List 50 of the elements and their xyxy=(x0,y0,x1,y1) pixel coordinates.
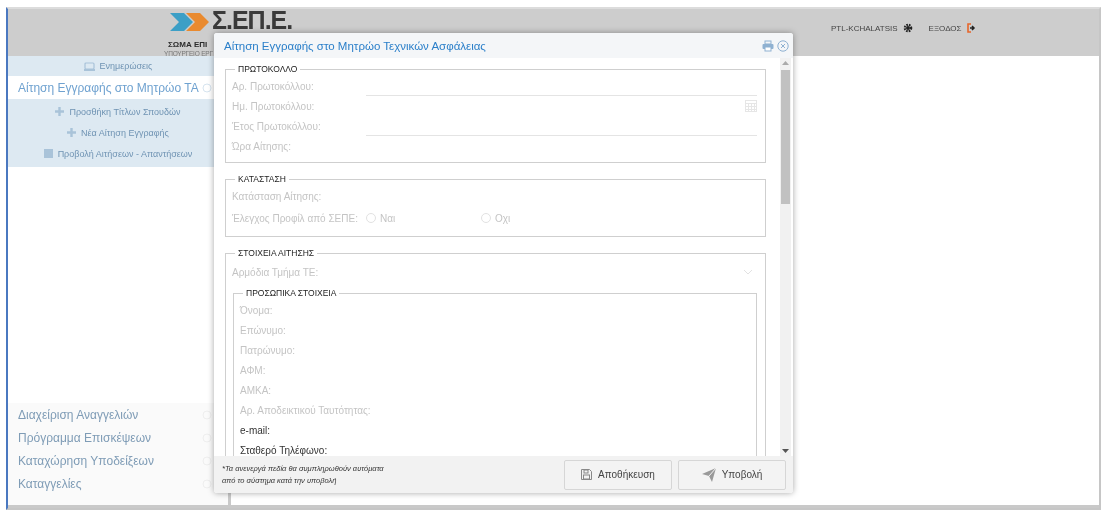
dialog-title: Αίτηση Εγγραφής στο Μητρώο Τεχνικών Ασφάλειας xyxy=(224,39,487,52)
close-icon[interactable] xyxy=(777,39,789,52)
scroll-up-icon[interactable] xyxy=(782,61,789,65)
scroll-down-icon[interactable] xyxy=(782,449,789,453)
plus-icon xyxy=(67,128,77,137)
field-label: ΑΜΚΑ: xyxy=(240,384,273,396)
scrollbar[interactable] xyxy=(780,58,791,456)
logout-link[interactable]: ΕΞΟΔΟΣ xyxy=(928,23,962,33)
field-label: Ημ. Πρωτοκόλλου: xyxy=(232,100,316,112)
field-label: Έτος Πρωτοκόλλου: xyxy=(232,120,322,132)
circle-icon xyxy=(202,478,212,489)
field-label: Αρμόδια Τμήμα ΤΕ: xyxy=(232,266,320,278)
field-label: Κατάσταση Αίτησης: xyxy=(232,190,323,202)
field-label: Όνομα: xyxy=(240,304,274,316)
field-label: Σταθερό Τηλέφωνο: xyxy=(240,444,329,456)
submenu-item[interactable]: Προσθήκη Τίτλων Σπουδών xyxy=(69,106,181,117)
list-icon xyxy=(43,149,53,158)
field-label: Πατρώνυμο: xyxy=(240,344,297,356)
logout-icon[interactable] xyxy=(966,23,977,33)
circle-icon xyxy=(202,409,212,420)
paper-plane-icon xyxy=(701,467,716,482)
section-legend: ΣΤΟΙΧΕΙΑ ΑΙΤΗΣΗΣ xyxy=(235,248,318,258)
submenu-item[interactable]: Προβολή Αιτήσεων - Απαντήσεων xyxy=(57,148,193,159)
field-label: ΑΦΜ: xyxy=(240,364,267,376)
field-label: Έλεγχος Προφίλ από ΣΕΠΕ: xyxy=(232,212,359,224)
print-icon[interactable] xyxy=(762,39,774,52)
chevron-down-icon[interactable] xyxy=(743,268,753,275)
circle-icon xyxy=(202,82,212,93)
field-label: e-mail: xyxy=(240,424,271,436)
section-legend: ΠΡΟΣΩΠΙΚΑ ΣΤΟΙΧΕΙΑ xyxy=(243,288,340,298)
field-label: Επώνυμο: xyxy=(240,324,287,336)
submenu-item[interactable]: Νέα Αίτηση Εγγραφής xyxy=(81,127,169,138)
section-legend: ΠΡΩΤΟΚΟΛΛΟ xyxy=(235,64,301,74)
circle-icon xyxy=(202,455,212,466)
laptop-icon xyxy=(83,61,95,71)
logo-title: Σ.ΕΠ.Ε. xyxy=(212,9,293,32)
radio-label: Ναι xyxy=(380,212,396,224)
field-label: Ώρα Αίτησης: xyxy=(232,140,292,152)
section-legend: ΚΑΤΑΣΤΑΣΗ xyxy=(235,174,289,184)
field-label: Αρ. Αποδεικτικού Ταυτότητας: xyxy=(240,404,372,416)
save-button[interactable]: Αποθήκευση xyxy=(564,459,672,490)
radio-label: Οχι xyxy=(495,212,511,224)
plus-icon xyxy=(55,107,65,116)
submit-button[interactable]: Υποβολή xyxy=(678,459,786,490)
user-link[interactable]: PTL-KCHALATSIS xyxy=(831,23,898,33)
logo-subtitle: ΣΩΜΑ ΕΠΙ xyxy=(168,40,208,50)
menu-header[interactable]: Ενημερώσεις xyxy=(99,61,153,71)
circle-icon xyxy=(202,432,212,443)
calendar-icon[interactable] xyxy=(745,99,757,112)
field-label: Αρ. Πρωτοκόλλου: xyxy=(232,80,315,92)
